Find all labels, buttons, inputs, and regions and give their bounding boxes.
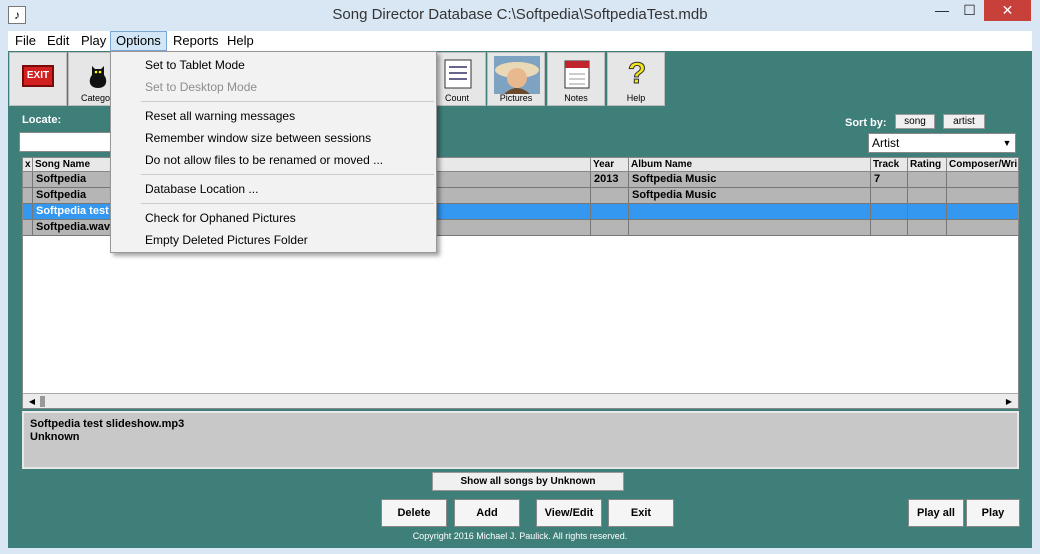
window-title: Song Director Database C:\Softpedia\Soft… — [332, 6, 708, 23]
title-bar: ♪ Song Director Database C:\Softpedia\So… — [0, 0, 1040, 31]
notebook-icon — [564, 60, 590, 89]
cell-track — [871, 188, 908, 204]
cell-year — [591, 220, 629, 236]
info-file-name: Softpedia test slideshow.mp3 — [30, 418, 185, 430]
menu-help[interactable]: Help — [222, 31, 259, 51]
show-all-songs-button[interactable]: Show all songs by Unknown — [432, 472, 624, 491]
menu-item-database-location[interactable]: Database Location ... — [145, 182, 258, 196]
chevron-down-icon[interactable]: ▼ — [999, 134, 1015, 152]
menu-item-remember-window-size[interactable]: Remember window size between sessions — [145, 131, 371, 145]
menu-edit[interactable]: Edit — [42, 31, 74, 51]
cell-track: 7 — [871, 172, 908, 188]
exit-toolbar-button[interactable]: EXIT — [9, 52, 67, 106]
sort-song-button[interactable]: song — [895, 114, 935, 129]
cell-composer — [947, 204, 1018, 220]
column-header-x[interactable]: x — [23, 158, 33, 172]
cell-album-name — [629, 204, 871, 220]
menu-separator — [141, 174, 434, 175]
horizontal-scrollbar[interactable]: ◀ ▶ — [23, 393, 1018, 408]
cell-rating — [908, 188, 947, 204]
info-artist: Unknown — [30, 431, 80, 443]
cell-composer — [947, 220, 1018, 236]
count-label: Count — [444, 93, 470, 103]
scroll-right-icon[interactable]: ▶ — [1002, 394, 1016, 408]
locate-input[interactable] — [19, 132, 119, 152]
menu-separator — [141, 203, 434, 204]
maximize-button[interactable]: ☐ — [956, 0, 983, 21]
menu-item-no-rename-move[interactable]: Do not allow files to be renamed or move… — [145, 153, 383, 167]
cell-composer — [947, 172, 1018, 188]
play-all-button[interactable]: Play all — [908, 499, 964, 527]
cell-album-name — [629, 220, 871, 236]
column-header-rating[interactable]: Rating — [908, 158, 947, 172]
locate-label: Locate: — [22, 114, 62, 126]
cat-icon — [89, 66, 107, 88]
sort-select-value: Artist — [872, 136, 900, 150]
column-header-album-name[interactable]: Album Name — [629, 158, 871, 172]
help-toolbar-button[interactable]: ? Help — [607, 52, 665, 106]
column-header-track[interactable]: Track — [871, 158, 908, 172]
cell-composer — [947, 188, 1018, 204]
scroll-left-icon[interactable]: ◀ — [25, 394, 39, 408]
menu-item-reset-warnings[interactable]: Reset all warning messages — [145, 109, 295, 123]
minimize-button[interactable]: — — [928, 0, 956, 21]
options-dropdown-menu: Set to Tablet Mode Set to Desktop Mode R… — [110, 51, 437, 253]
close-button[interactable]: ✕ — [984, 0, 1031, 21]
sort-artist-button[interactable]: artist — [943, 114, 985, 129]
song-info-panel: Softpedia test slideshow.mp3 Unknown — [22, 411, 1019, 469]
cell-track — [871, 204, 908, 220]
view-edit-button[interactable]: View/Edit — [536, 499, 602, 527]
menu-reports[interactable]: Reports — [168, 31, 224, 51]
scroll-thumb[interactable] — [40, 396, 45, 407]
menu-bar: File Edit Play Options Reports Help — [8, 31, 1032, 51]
menu-item-desktop-mode: Set to Desktop Mode — [145, 80, 258, 94]
exit-button[interactable]: Exit — [608, 499, 674, 527]
menu-item-tablet-mode[interactable]: Set to Tablet Mode — [145, 58, 245, 72]
pictures-toolbar-button[interactable]: Pictures — [487, 52, 545, 106]
cell-rating — [908, 220, 947, 236]
list-icon — [444, 59, 472, 89]
copyright-text: Copyright 2016 Michael J. Paulick. All r… — [412, 531, 628, 541]
menu-file[interactable]: File — [10, 31, 41, 51]
cell-year: 2013 — [591, 172, 629, 188]
cell-year — [591, 204, 629, 220]
pictures-label: Pictures — [499, 93, 533, 103]
menu-item-check-orphaned-pictures[interactable]: Check for Ophaned Pictures — [145, 211, 296, 225]
cell-rating — [908, 172, 947, 188]
sort-by-label: Sort by: — [845, 117, 887, 129]
help-label: Help — [626, 93, 646, 103]
exit-sign-icon: EXIT — [22, 65, 54, 87]
play-button[interactable]: Play — [966, 499, 1020, 527]
notes-toolbar-button[interactable]: Notes — [547, 52, 605, 106]
cell-album-name: Softpedia Music — [629, 172, 871, 188]
add-button[interactable]: Add — [454, 499, 520, 527]
question-mark-icon: ? — [627, 57, 647, 90]
menu-item-empty-deleted-pictures[interactable]: Empty Deleted Pictures Folder — [145, 233, 308, 247]
cell-album-name: Softpedia Music — [629, 188, 871, 204]
cell-rating — [908, 204, 947, 220]
cell-year — [591, 188, 629, 204]
notes-label: Notes — [564, 93, 588, 103]
column-header-composer[interactable]: Composer/Wri — [947, 158, 1018, 172]
menu-separator — [141, 101, 434, 102]
photo-icon — [494, 56, 540, 94]
menu-options[interactable]: Options — [110, 31, 167, 51]
column-header-year[interactable]: Year — [591, 158, 629, 172]
delete-button[interactable]: Delete — [381, 499, 447, 527]
menu-play[interactable]: Play — [76, 31, 111, 51]
sort-select[interactable]: Artist ▼ — [868, 133, 1016, 153]
cell-track — [871, 220, 908, 236]
